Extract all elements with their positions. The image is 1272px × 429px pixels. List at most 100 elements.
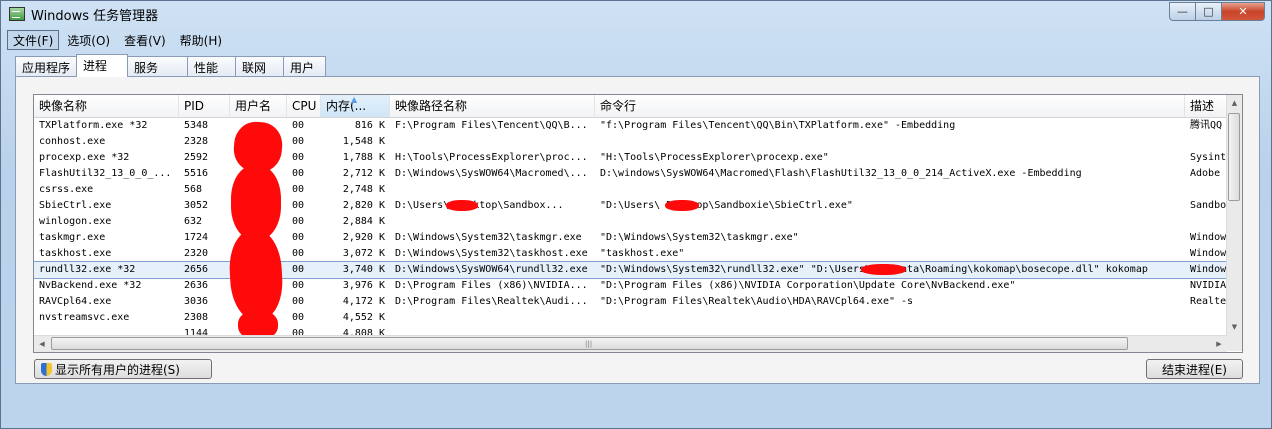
column-image-name[interactable]: 映像名称: [34, 95, 179, 117]
cell-image-name: csrss.exe: [39, 184, 94, 195]
process-row[interactable]: taskhost.exe 2320 00 3,072 K D:\Windows\Syst…: [34, 246, 1227, 262]
show-all-users-label: 显示所有用户的进程(S): [55, 362, 180, 377]
cell-memory: 816 K: [354, 120, 385, 131]
cell-memory: 4,552 K: [342, 312, 385, 323]
close-button[interactable]: ✕: [1221, 2, 1265, 21]
menu-file[interactable]: 文件(F): [7, 30, 60, 50]
column-header-row: 映像名称 PID 用户名 CPU ▲ 内存(... 映像路径名称 命令行 描述: [34, 95, 1242, 118]
process-row[interactable]: conhost.exe 2328 00 1,548 K: [34, 134, 1227, 150]
cell-command-line: [595, 310, 1185, 326]
cell-memory: 2,712 K: [342, 168, 385, 179]
cell-image-path: D:\Users\ Desktop\Sandbox...: [395, 200, 564, 211]
title-bar[interactable]: Windows 任务管理器 — □ ✕: [1, 1, 1271, 27]
process-row[interactable]: taskmgr.exe 1724 00 2,920 K D:\Windows\Syste…: [34, 230, 1227, 246]
cell-image-name: winlogon.exe: [39, 216, 112, 227]
cell-cpu: 00: [292, 136, 305, 147]
column-image-path[interactable]: 映像路径名称: [390, 95, 595, 117]
column-pid[interactable]: PID: [179, 95, 230, 117]
cell-pid: 3052: [184, 200, 209, 211]
show-all-users-processes-button[interactable]: 显示所有用户的进程(S): [34, 359, 212, 379]
tab-services[interactable]: 服务: [127, 56, 189, 77]
process-row[interactable]: RAVCpl64.exe 3036 00 4,172 K D:\Program File…: [34, 294, 1227, 310]
cell-memory: 1,788 K: [342, 152, 385, 163]
process-row[interactable]: NvBackend.exe *32 2636 00 3,976 K D:\Program…: [34, 278, 1227, 294]
tab-networking[interactable]: 联网: [235, 56, 285, 77]
cell-image-name: procexp.exe *32: [39, 152, 130, 163]
redaction-mark: [446, 200, 478, 211]
cell-pid: 1724: [184, 232, 209, 243]
process-row[interactable]: SbieCtrl.exe 3052 00 2,820 K D:\Users\ Deskt…: [34, 198, 1227, 214]
uac-shield-icon: [41, 362, 52, 376]
process-row[interactable]: rundll32.exe *32 2656 00 3,740 K D:\Windows\…: [34, 261, 1228, 279]
sort-ascending-icon: ▲: [351, 95, 358, 104]
tab-users[interactable]: 用户: [283, 56, 327, 77]
menu-help[interactable]: 帮助(H): [174, 30, 228, 50]
cell-description: [1185, 182, 1227, 198]
cell-image-path: D:\Windows\System32\taskmgr.exe: [395, 232, 582, 243]
scroll-down-arrow-icon[interactable]: ▼: [1227, 319, 1242, 335]
cell-description: Sysint: [1190, 152, 1227, 163]
cell-description: NVIDIA: [1190, 280, 1227, 291]
scroll-left-arrow-icon[interactable]: ◀: [34, 336, 50, 352]
column-memory-label: 内存(...: [326, 99, 367, 113]
horizontal-scroll-thumb[interactable]: |||: [51, 337, 1128, 350]
column-command-line[interactable]: 命令行: [595, 95, 1185, 117]
redaction-mark: [861, 264, 906, 275]
cell-pid: 2592: [184, 152, 209, 163]
window-controls: — □ ✕: [1169, 2, 1265, 21]
cell-image-path: D:\Windows\SysWOW64\Macromed\...: [395, 168, 588, 179]
tab-applications[interactable]: 应用程序: [15, 56, 78, 77]
cell-image-path: D:\Windows\SysWOW64\rundll32.exe: [395, 264, 588, 275]
vertical-scrollbar[interactable]: ▲ ▼: [1226, 95, 1242, 335]
cell-cpu: 00: [292, 264, 305, 275]
cell-pid: 2328: [184, 136, 209, 147]
process-row[interactable]: TXPlatform.exe *32 5348 00 816 K F:\Program …: [34, 118, 1227, 134]
process-row[interactable]: csrss.exe 568 00 2,748 K: [34, 182, 1227, 198]
cell-memory: 3,976 K: [342, 280, 385, 291]
horizontal-scrollbar[interactable]: ◀ ||| ▶: [34, 335, 1227, 352]
vertical-scroll-thumb[interactable]: [1228, 113, 1240, 201]
cell-description: Realte: [1190, 296, 1227, 307]
cell-pid: 632: [184, 216, 203, 227]
cell-pid: 2636: [184, 280, 209, 291]
task-manager-window: Windows 任务管理器 — □ ✕ 文件(F) 选项(O) 查看(V) 帮助…: [0, 0, 1272, 429]
end-process-button[interactable]: 结束进程(E): [1146, 359, 1243, 379]
cell-image-name: rundll32.exe *32: [39, 264, 136, 275]
scroll-right-arrow-icon[interactable]: ▶: [1211, 336, 1227, 352]
column-user-name[interactable]: 用户名: [230, 95, 287, 117]
tab-strip: 应用程序 进程 服务 性能 联网 用户: [15, 54, 327, 77]
cell-description: [1185, 134, 1227, 150]
tab-performance[interactable]: 性能: [187, 56, 237, 77]
grip-icon: |||: [585, 340, 593, 348]
cell-cpu: 00: [292, 248, 305, 259]
process-list[interactable]: 映像名称 PID 用户名 CPU ▲ 内存(... 映像路径名称 命令行 描述 …: [33, 94, 1243, 353]
cell-image-name: taskmgr.exe: [39, 232, 106, 243]
column-memory[interactable]: ▲ 内存(...: [321, 95, 390, 117]
process-row[interactable]: procexp.exe *32 2592 00 1,788 K H:\Tools\Pro…: [34, 150, 1227, 166]
process-row[interactable]: winlogon.exe 632 00 2,884 K: [34, 214, 1227, 230]
cell-command-line: "f:\Program Files\Tencent\QQ\Bin\TXPlatf…: [600, 120, 956, 131]
cell-description: 腾讯QQ: [1190, 120, 1223, 131]
cell-memory: 2,920 K: [342, 232, 385, 243]
cell-memory: 2,884 K: [342, 216, 385, 227]
scroll-up-arrow-icon[interactable]: ▲: [1227, 95, 1242, 111]
minimize-button[interactable]: —: [1169, 2, 1196, 21]
cell-cpu: 00: [292, 184, 305, 195]
column-cpu[interactable]: CPU: [287, 95, 321, 117]
cell-command-line: "D:\Program Files (x86)\NVIDIA Corporati…: [600, 280, 1016, 291]
maximize-button[interactable]: □: [1195, 2, 1222, 21]
tab-processes[interactable]: 进程: [76, 54, 129, 77]
menu-options[interactable]: 选项(O): [61, 30, 116, 50]
menu-view[interactable]: 查看(V): [118, 30, 172, 50]
cell-image-path: H:\Tools\ProcessExplorer\proc...: [395, 152, 588, 163]
menu-bar: 文件(F) 选项(O) 查看(V) 帮助(H): [7, 30, 230, 50]
process-row[interactable]: nvstreamsvc.exe 2308 00 4,552 K: [34, 310, 1227, 326]
cell-pid: 2308: [184, 312, 209, 323]
process-row[interactable]: FlashUtil32_13_0_0_... 5516 00 2,712 K D:\Wi…: [34, 166, 1227, 182]
process-rows: TXPlatform.exe *32 5348 00 816 K F:\Program …: [34, 118, 1228, 342]
cell-command-line: [595, 134, 1185, 150]
cell-cpu: 00: [292, 296, 305, 307]
cell-description: Window: [1190, 264, 1227, 275]
cell-command-line: "D:\Windows\System32\taskmgr.exe": [600, 232, 799, 243]
cell-cpu: 00: [292, 152, 305, 163]
